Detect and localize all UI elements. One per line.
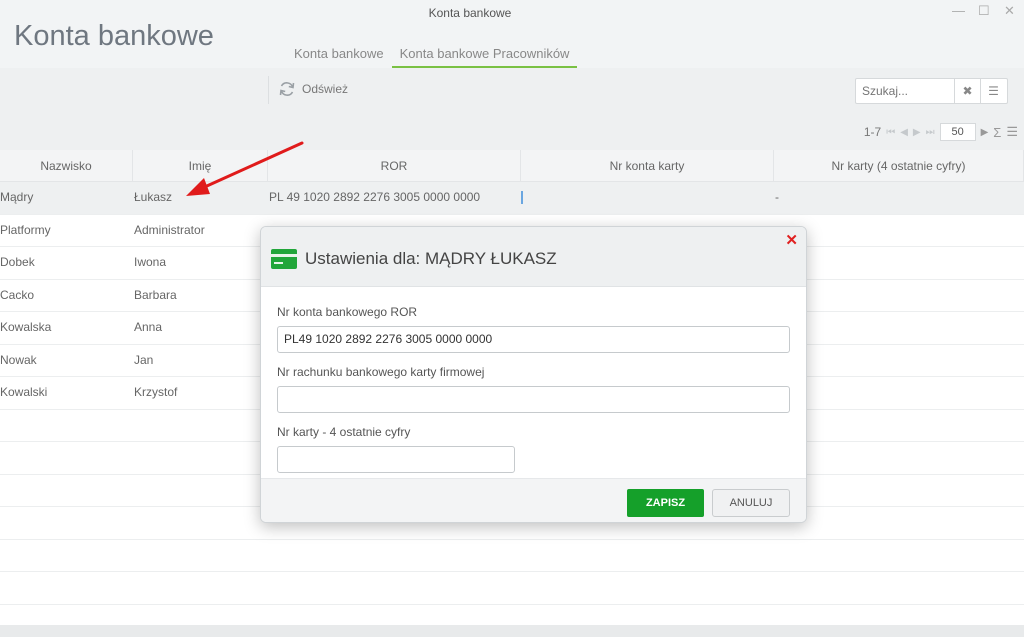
cell-imie: Barbara (134, 287, 177, 302)
column-header-ror[interactable]: ROR (268, 150, 521, 181)
window-title: Konta bankowe (428, 6, 512, 20)
dialog-header: Ustawienia dla: MĄDRY ŁUKASZ ✕ (261, 227, 806, 287)
column-header-nr-karty[interactable]: Nr karty (4 ostatnie cyfry) (774, 150, 1024, 181)
toolbar-divider (268, 76, 269, 104)
dialog-body: Nr konta bankowego ROR PL49 1020 2892 22… (261, 287, 806, 478)
tab-bar: Konta bankowe Konta bankowe Pracowników (286, 40, 578, 68)
cell-marker (521, 191, 523, 205)
cancel-button[interactable]: ANULUJ (712, 489, 790, 517)
save-button[interactable]: ZAPISZ (627, 489, 704, 517)
menu-icon[interactable]: ☰ (980, 79, 1006, 103)
refresh-label: Odśwież (302, 82, 349, 96)
cell-ror: PL 49 1020 2892 2276 3005 0000 0000 (269, 190, 481, 204)
column-header-imie[interactable]: Imię (133, 150, 268, 181)
maximize-button[interactable]: ☐ (978, 3, 990, 19)
cell-imie: Jan (134, 352, 154, 367)
list-menu-icon[interactable]: ☰ (1006, 124, 1018, 140)
prev-page-icon[interactable]: ◀ (900, 127, 908, 138)
tab-konta-bankowe[interactable]: Konta bankowe (286, 40, 392, 68)
cell-nazwisko: Nowak (0, 352, 37, 367)
ror-account-input[interactable]: PL49 1020 2892 2276 3005 0000 0000 (277, 326, 790, 353)
close-button[interactable]: ✕ (1004, 3, 1015, 19)
cell-imie: Anna (134, 320, 163, 334)
cell-nazwisko: Platformy (0, 222, 51, 237)
cell-nazwisko: Dobek (0, 255, 35, 269)
page-size-arrow-icon[interactable]: ▶ (981, 127, 989, 138)
search-input[interactable] (856, 79, 954, 103)
field-label-card-account: Nr rachunku bankowego karty firmowej (277, 365, 485, 379)
cell-nazwisko: Mądry (0, 190, 34, 204)
last-page-icon[interactable]: ⏭ (926, 127, 935, 138)
grid-header: Nazwisko Imię ROR Nr konta karty Nr kart… (0, 150, 1024, 182)
field-label-ror: Nr konta bankowego ROR (277, 305, 418, 319)
dialog-footer: ZAPISZ ANULUJ (261, 478, 806, 522)
empty-row (0, 540, 1024, 572)
refresh-button[interactable]: Odśwież (278, 80, 348, 98)
empty-row (0, 572, 1024, 605)
minimize-button[interactable]: — (952, 3, 965, 18)
card-account-input[interactable] (277, 386, 790, 413)
search-box: ✖ ☰ (855, 78, 1008, 104)
field-label-card-digits: Nr karty - 4 ostatnie cyfry (277, 425, 411, 439)
cell-nr-karty: - (775, 190, 779, 204)
cell-nr-konta-karty (521, 182, 774, 214)
clear-search-icon[interactable]: ✖ (954, 79, 980, 103)
dialog-title: Ustawienia dla: MĄDRY ŁUKASZ (305, 249, 557, 268)
status-strip (0, 625, 1024, 637)
settings-dialog: Ustawienia dla: MĄDRY ŁUKASZ ✕ Nr konta … (260, 226, 807, 523)
column-header-nazwisko[interactable]: Nazwisko (0, 150, 133, 181)
refresh-icon (279, 82, 295, 96)
cell-imie: Łukasz (134, 190, 173, 204)
toolbar: Odśwież ✖ ☰ 1-7 ⏮ ◀ ▶ ⏭ 50 ▶ Σ ☰ (0, 68, 1024, 150)
tab-konta-bankowe-pracownikow[interactable]: Konta bankowe Pracowników (391, 40, 578, 68)
sum-icon[interactable]: Σ (993, 125, 1001, 140)
credit-card-icon (271, 249, 297, 269)
pager-range: 1-7 (863, 125, 882, 139)
first-page-icon[interactable]: ⏮ (886, 127, 895, 138)
next-page-icon[interactable]: ▶ (913, 127, 921, 138)
column-header-nr-konta-karty[interactable]: Nr konta karty (521, 150, 774, 181)
dialog-close-icon[interactable]: ✕ (785, 231, 798, 249)
cell-nazwisko: Kowalska (0, 320, 52, 334)
cell-nazwisko: Kowalski (0, 385, 48, 399)
table-row[interactable]: Mądry Łukasz PL 49 1020 2892 2276 3005 0… (0, 182, 1024, 215)
pager: 1-7 ⏮ ◀ ▶ ⏭ 50 ▶ Σ ☰ (864, 123, 1018, 141)
cell-imie: Administrator (134, 222, 205, 237)
cell-imie: Krzystof (134, 385, 178, 399)
page-size-input[interactable]: 50 (939, 123, 976, 141)
cell-nazwisko: Cacko (0, 287, 35, 302)
page-title: Konta bankowe (14, 20, 214, 52)
card-digits-input[interactable] (277, 446, 515, 473)
cell-imie: Iwona (134, 255, 167, 269)
